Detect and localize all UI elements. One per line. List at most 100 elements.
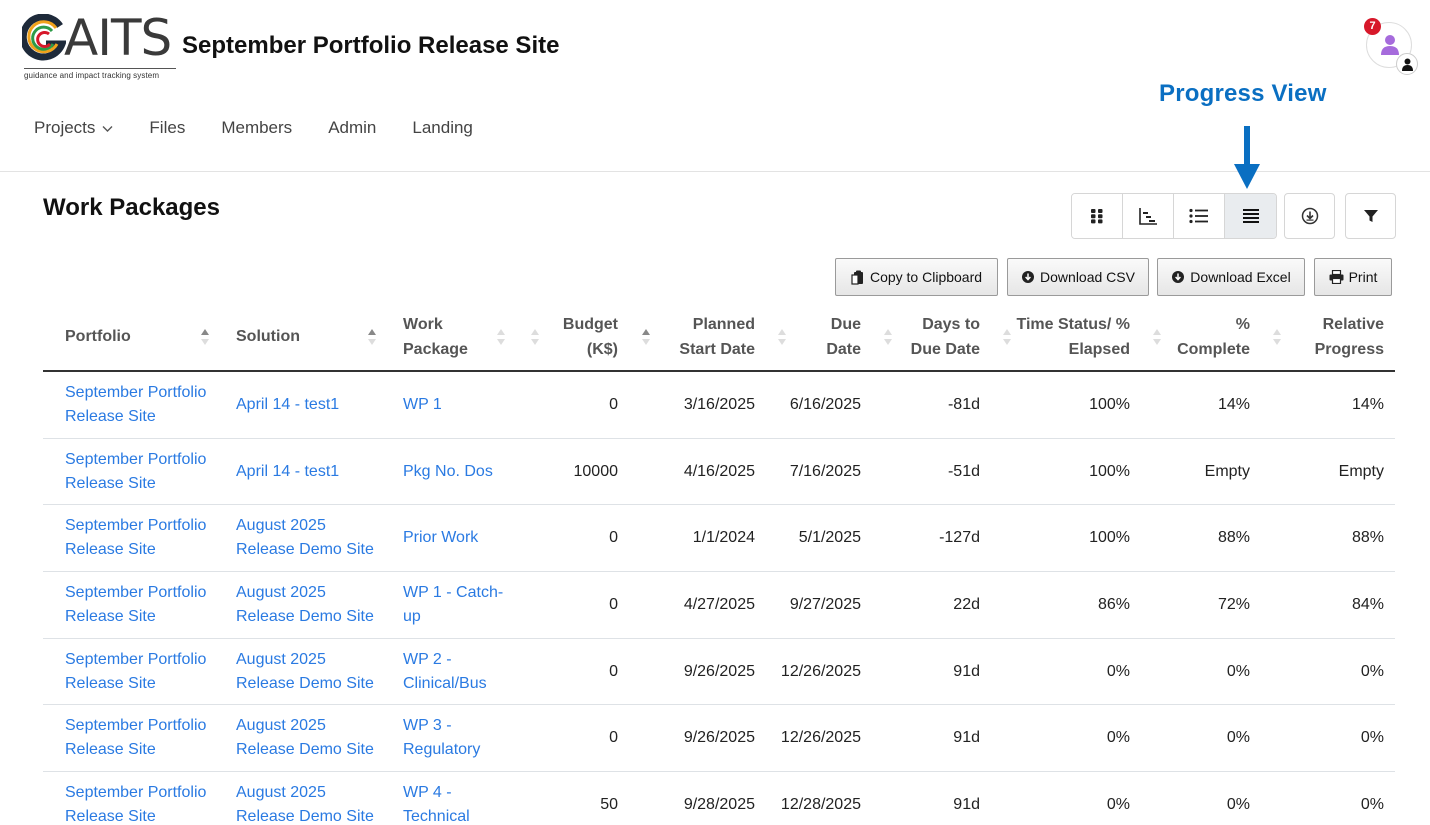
nav-members[interactable]: Members xyxy=(221,118,292,138)
cell-solution[interactable]: August 2025 Release Demo Site xyxy=(236,781,386,825)
cell-portfolio[interactable]: September Portfolio Release Site xyxy=(65,581,225,629)
col-days-to-due[interactable]: Days to Due Date xyxy=(893,312,980,362)
gaits-logo[interactable]: AITS guidance and impact tracking system xyxy=(22,12,177,80)
notification-badge[interactable]: 7 xyxy=(1364,18,1381,35)
cell-solution-text: August 2025 xyxy=(236,517,326,535)
col-days-line1: Days to xyxy=(922,316,980,333)
cell-budget: 50 xyxy=(538,793,618,817)
cell-work-package[interactable]: WP 3 - Regulatory xyxy=(403,714,513,762)
cell-solution[interactable]: August 2025 Release Demo Site xyxy=(236,514,386,562)
col-work-package[interactable]: Work Package xyxy=(403,312,493,362)
cell-solution[interactable]: April 14 - test1 xyxy=(236,460,386,484)
cell-solution-text: Release Demo Site xyxy=(236,808,374,825)
grid-view-button[interactable] xyxy=(1072,194,1123,238)
copy-to-clipboard-button[interactable]: Copy to Clipboard xyxy=(835,258,998,296)
cell-solution[interactable]: August 2025 Release Demo Site xyxy=(236,714,386,762)
cell-solution[interactable]: August 2025 Release Demo Site xyxy=(236,648,386,696)
cell-work-package[interactable]: Pkg No. Dos xyxy=(403,460,513,484)
cell-portfolio[interactable]: September Portfolio Release Site xyxy=(65,714,225,762)
table-row: September Portfolio Release Site August 20… xyxy=(43,505,1395,573)
cell-portfolio-text: Release Site xyxy=(65,408,156,425)
sort-icon[interactable] xyxy=(367,327,377,347)
cell-portfolio-text: September Portfolio xyxy=(65,517,207,535)
cell-planned-start: 3/16/2025 xyxy=(655,393,755,417)
cell-work-package[interactable]: WP 4 - Technical xyxy=(403,781,513,825)
cell-solution-text: August 2025 xyxy=(236,584,326,602)
cell-work-package[interactable]: WP 2 - Clinical/Bus xyxy=(403,648,513,696)
table-row: September Portfolio Release Site August 20… xyxy=(43,639,1395,706)
download-csv-button[interactable]: Download CSV xyxy=(1007,258,1149,296)
cell-relative-progress: 0% xyxy=(1283,660,1384,684)
gantt-view-button[interactable] xyxy=(1123,194,1174,238)
col-start-line2: Start Date xyxy=(679,341,755,358)
col-portfolio[interactable]: Portfolio xyxy=(65,324,131,349)
cell-planned-start-text: 9/26/2025 xyxy=(683,662,755,680)
cell-planned-start-text: 3/16/2025 xyxy=(683,396,755,413)
cell-portfolio[interactable]: September Portfolio Release Site xyxy=(65,781,225,825)
cell-portfolio-text: September Portfolio xyxy=(65,584,207,602)
cell-percent-complete-text: Empty xyxy=(1204,462,1250,480)
cell-days-to-due-text: 91d xyxy=(953,729,980,747)
cell-portfolio[interactable]: September Portfolio Release Site xyxy=(65,514,225,562)
col-due-date[interactable]: Due Date xyxy=(783,312,861,362)
progress-view-button[interactable] xyxy=(1225,194,1276,238)
cell-planned-start-text: 4/27/2025 xyxy=(683,596,755,614)
download-excel-button[interactable]: Download Excel xyxy=(1157,258,1305,296)
cell-days-to-due: -127d xyxy=(893,526,980,550)
cell-solution[interactable]: April 14 - test1 xyxy=(236,393,386,417)
printer-icon xyxy=(1329,270,1344,284)
col-percent-complete[interactable]: % Complete xyxy=(1153,312,1250,362)
col-pct-line1: % xyxy=(1235,316,1250,333)
print-button[interactable]: Print xyxy=(1314,258,1392,296)
col-budget[interactable]: Budget (K$) xyxy=(543,312,618,362)
nav-landing[interactable]: Landing xyxy=(412,118,473,138)
cell-work-package[interactable]: WP 1 xyxy=(403,393,513,417)
cell-solution-text: Release Demo Site xyxy=(236,608,374,626)
cell-portfolio[interactable]: September Portfolio Release Site xyxy=(65,381,225,429)
cell-budget-text: 50 xyxy=(600,796,618,814)
cell-days-to-due-text: -81d xyxy=(947,396,980,413)
cell-work-package-text: WP 2 - xyxy=(403,650,452,668)
col-planned-start[interactable]: Planned Start Date xyxy=(655,312,755,362)
cell-solution-text: April 14 - test1 xyxy=(236,396,340,413)
list-view-button[interactable] xyxy=(1174,194,1225,238)
cell-portfolio[interactable]: September Portfolio Release Site xyxy=(65,648,225,696)
sort-icon[interactable] xyxy=(200,327,210,347)
cell-work-package-text: Prior Work xyxy=(403,529,479,547)
cell-portfolio[interactable]: September Portfolio Release Site xyxy=(65,448,225,496)
cell-work-package[interactable]: WP 1 - Catch-up xyxy=(403,581,513,629)
cell-percent-complete: 14% xyxy=(1153,393,1250,417)
col-relative-progress[interactable]: Relative Progress xyxy=(1283,312,1384,362)
sort-icon[interactable] xyxy=(1272,327,1282,347)
col-budget-line2: (K$) xyxy=(586,341,618,358)
nav-projects[interactable]: Projects xyxy=(34,118,113,138)
sort-icon[interactable] xyxy=(641,327,651,347)
sort-icon[interactable] xyxy=(883,327,893,347)
sort-icon[interactable] xyxy=(530,327,540,347)
cell-planned-start-text: 9/26/2025 xyxy=(683,729,755,747)
logo-text: AITS xyxy=(64,9,172,67)
progress-view-callout: Progress View xyxy=(1159,80,1327,107)
nav-files[interactable]: Files xyxy=(149,118,185,138)
cell-planned-start: 4/27/2025 xyxy=(655,593,755,617)
user-menu[interactable]: 7 xyxy=(1364,18,1418,75)
table-row: September Portfolio Release Site August 20… xyxy=(43,572,1395,639)
col-time-status[interactable]: Time Status/ % Elapsed xyxy=(1003,312,1130,362)
sort-icon[interactable] xyxy=(496,327,506,347)
col-solution[interactable]: Solution xyxy=(236,324,300,349)
cell-budget-text: 10000 xyxy=(573,462,619,480)
col-wp-line1: Work xyxy=(403,316,443,333)
cell-solution-text: April 14 - test1 xyxy=(236,462,340,480)
cell-work-package[interactable]: Prior Work xyxy=(403,526,513,550)
cell-solution[interactable]: August 2025 Release Demo Site xyxy=(236,581,386,629)
cell-budget-text: 0 xyxy=(609,596,618,614)
cell-time-status-text: 100% xyxy=(1089,396,1130,413)
nav-admin[interactable]: Admin xyxy=(328,118,376,138)
mini-avatar[interactable] xyxy=(1396,53,1418,75)
download-button[interactable] xyxy=(1284,193,1335,239)
filter-button[interactable] xyxy=(1345,193,1396,239)
cell-relative-progress: 0% xyxy=(1283,793,1384,817)
cell-portfolio-text: Release Site xyxy=(65,674,156,692)
cell-percent-complete-text: 0% xyxy=(1226,662,1250,680)
cell-portfolio-text: Release Site xyxy=(65,541,156,559)
